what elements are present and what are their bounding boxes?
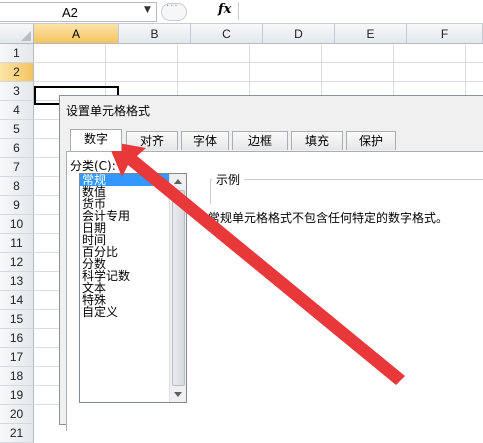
tab-4[interactable]: 填充 (291, 131, 343, 150)
column-header-c[interactable]: C (191, 24, 263, 44)
formula-bar: A2 ▼ ··· fx (0, 0, 483, 24)
chevron-down-icon[interactable]: ▼ (144, 5, 151, 15)
formula-bar-handle[interactable]: ··· (161, 1, 187, 21)
column-header-d[interactable]: D (263, 24, 335, 44)
name-box[interactable]: A2 ▼ (0, 2, 157, 22)
scroll-down-icon[interactable] (174, 392, 182, 397)
sample-label: 示例 (212, 171, 245, 188)
row-header-3[interactable]: 3 (0, 82, 34, 101)
row-header-6[interactable]: 6 (0, 139, 34, 158)
row-header-5[interactable]: 5 (0, 120, 34, 139)
dialog-title: 设置单元格格式 (66, 104, 151, 118)
row-header-21[interactable]: 21 (0, 424, 34, 443)
category-label: 分类(C): (70, 159, 116, 173)
row-header-12[interactable]: 12 (0, 253, 34, 272)
scroll-up-icon[interactable] (174, 179, 182, 184)
row-header-18[interactable]: 18 (0, 367, 34, 386)
row-header-14[interactable]: 14 (0, 291, 34, 310)
format-cells-dialog: 设置单元格格式 数字 对齐 字体 边框 填充 保护 分类(C): 常规 数值 货币 会计专用 日期… (59, 95, 483, 431)
tab-2[interactable]: 字体 (181, 131, 229, 150)
column-header-f[interactable]: F (407, 24, 483, 44)
row-header-19[interactable]: 19 (0, 386, 34, 405)
column-header-b[interactable]: B (119, 24, 191, 44)
row-header-8[interactable]: 8 (0, 177, 34, 196)
row-header-2[interactable]: 2 (0, 63, 34, 82)
category-list[interactable]: 常规 数值 货币 会计专用 日期 时间 百分比 分数 科学记数 文本 特殊 自定义 (79, 173, 187, 403)
row-header-7[interactable]: 7 (0, 158, 34, 177)
row-header-9[interactable]: 9 (0, 196, 34, 215)
tab-1[interactable]: 对齐 (126, 131, 178, 150)
formula-bar-divider (238, 2, 239, 20)
category-scrollbar[interactable] (169, 174, 186, 402)
tab-0[interactable]: 数字 (70, 129, 122, 151)
select-all-button[interactable] (0, 24, 34, 44)
row-header-16[interactable]: 16 (0, 329, 34, 348)
name-box-value: A2 (62, 5, 78, 20)
row-header-15[interactable]: 15 (0, 310, 34, 329)
column-header-e[interactable]: E (335, 24, 407, 44)
tab-5[interactable]: 保护 (346, 131, 396, 150)
row-header-10[interactable]: 10 (0, 215, 34, 234)
row-header-1[interactable]: 1 (0, 44, 34, 63)
column-header-a[interactable]: A (34, 24, 119, 44)
scroll-thumb[interactable] (172, 190, 185, 386)
row-header-13[interactable]: 13 (0, 272, 34, 291)
format-description: 常规单元格格式不包含任何特定的数字格式。 (208, 211, 449, 225)
sample-box (210, 179, 483, 204)
insert-function-button[interactable]: fx (218, 2, 231, 17)
row-header-17[interactable]: 17 (0, 348, 34, 367)
row-header-11[interactable]: 11 (0, 234, 34, 253)
dots-icon: ··· (166, 1, 179, 12)
row-header-4[interactable]: 4 (0, 101, 34, 120)
tab-3[interactable]: 边框 (232, 131, 288, 150)
